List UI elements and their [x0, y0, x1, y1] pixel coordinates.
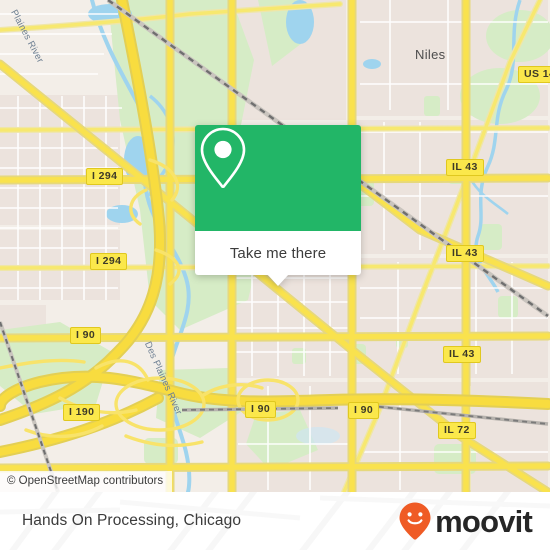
- highway-shield-i-294: I 294: [90, 253, 128, 270]
- location-pin-icon: [200, 127, 246, 189]
- popup-pin-area: [195, 125, 361, 231]
- highway-shield-us-14: US 14: [518, 66, 550, 83]
- map-attribution: © OpenStreetMap contributors: [0, 471, 173, 492]
- moovit-logo[interactable]: moovit: [398, 501, 533, 541]
- highway-shield-i-90: I 90: [348, 402, 380, 419]
- take-me-there-button[interactable]: Take me there: [195, 231, 361, 286]
- popup-tail: [267, 274, 289, 286]
- highway-shield-il-43: IL 43: [443, 346, 481, 363]
- destination-popup[interactable]: Take me there: [195, 125, 361, 286]
- footer-bar: Hands On Processing, Chicago moovit: [0, 492, 550, 550]
- map-canvas[interactable]: Niles Plaines River Des Plaines River US…: [0, 0, 550, 492]
- take-me-there-label: Take me there: [229, 244, 327, 262]
- moovit-pin-icon: [399, 502, 431, 540]
- highway-shield-i-90: I 90: [70, 327, 102, 344]
- moovit-wordmark: moovit: [435, 503, 533, 539]
- highway-shield-i-294: I 294: [86, 168, 124, 185]
- place-title: Hands On Processing, Chicago: [22, 512, 242, 529]
- highway-shield-i-190: I 190: [63, 404, 101, 421]
- highway-shield-i-90: I 90: [245, 401, 277, 418]
- map-screenshot: Niles Plaines River Des Plaines River US…: [0, 0, 550, 550]
- highway-shield-il-43: IL 43: [446, 159, 484, 176]
- highway-shield-il-43: IL 43: [446, 245, 484, 262]
- highway-shield-il-72: IL 72: [438, 422, 476, 439]
